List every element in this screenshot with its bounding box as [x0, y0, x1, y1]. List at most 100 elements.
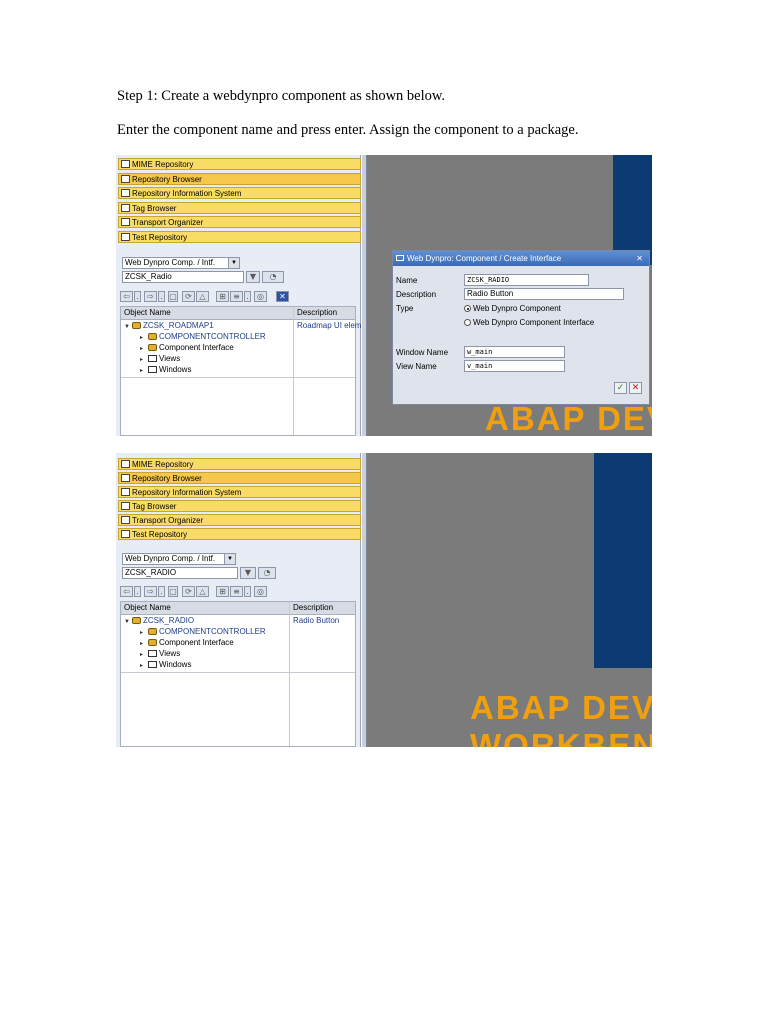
- description-label: Description: [396, 290, 437, 299]
- collapse-icon[interactable]: △: [196, 291, 209, 302]
- column-object-name: Object Name: [124, 603, 171, 612]
- list-icon[interactable]: ≡: [230, 586, 243, 597]
- nav-repository-info-system[interactable]: Repository Information System: [118, 486, 361, 498]
- window-icon: [148, 366, 157, 373]
- nav-transport-organizer[interactable]: Transport Organizer: [118, 514, 361, 526]
- info-system-icon: [121, 488, 130, 496]
- tree-node-component-interface[interactable]: ▸ Component Interface: [140, 638, 234, 649]
- nav-test-repository[interactable]: Test Repository: [118, 231, 361, 243]
- tree-node-windows[interactable]: ▸ Windows: [140, 660, 191, 671]
- expand-down-icon: ▼: [124, 619, 130, 625]
- radio-web-dynpro-component[interactable]: Web Dynpro Component: [464, 304, 561, 314]
- radio-empty-icon: [464, 319, 471, 326]
- nav-repository-browser[interactable]: Repository Browser: [118, 173, 361, 185]
- nav-tag-browser[interactable]: Tag Browser: [118, 500, 361, 512]
- dropdown-button[interactable]: ▼: [240, 567, 256, 579]
- test-icon: [121, 233, 130, 241]
- object-tree-grid: Object Name Description ▼ ZCSK_RADIO Radi…: [120, 601, 356, 747]
- tree-root-row[interactable]: ▼ ZCSK_ROADMAP1: [124, 321, 214, 332]
- confirm-check-button[interactable]: ✓: [614, 382, 627, 394]
- sync-icon[interactable]: ⟳: [182, 291, 195, 302]
- nav-repository-browser[interactable]: Repository Browser: [118, 472, 361, 484]
- expand-right-icon: ▸: [140, 346, 144, 352]
- expand-right-icon: ▸: [140, 368, 144, 374]
- dialog-title-bar: Web Dynpro: Component / Create Interface…: [393, 251, 649, 266]
- object-type-select[interactable]: Web Dynpro Comp. / Intf. ▼: [122, 257, 240, 269]
- chevron-down-icon: ▼: [228, 258, 239, 268]
- window-name-field[interactable]: w_main: [464, 346, 565, 358]
- tree-node-componentcontroller[interactable]: ▸ COMPONENTCONTROLLER: [140, 627, 266, 638]
- controller-icon: [148, 333, 157, 340]
- back-menu-button[interactable]: .: [134, 291, 141, 302]
- back-arrow-icon[interactable]: ⇦: [120, 291, 133, 302]
- sync-icon[interactable]: ⟳: [182, 586, 195, 597]
- controller-icon: [148, 628, 157, 635]
- object-name-input[interactable]: ZCSK_Radio: [122, 271, 244, 283]
- interface-icon: [148, 344, 157, 351]
- tree-node-component-interface[interactable]: ▸ Component Interface: [140, 343, 234, 354]
- expand-down-icon: ▼: [124, 324, 130, 330]
- navy-banner-block: [594, 453, 652, 668]
- name-field[interactable]: ZCSK_RADIO: [464, 274, 589, 286]
- close-icon[interactable]: ✕: [276, 291, 289, 302]
- view-icon: [148, 355, 157, 362]
- tree-node-windows[interactable]: ▸ Windows: [140, 365, 191, 376]
- instruction-text: Enter the component name and press enter…: [117, 122, 579, 138]
- tag-icon: [121, 204, 130, 212]
- abap-banner-text: ABAP DEV: [470, 689, 652, 726]
- view-name-field[interactable]: v_main: [464, 360, 565, 372]
- name-label: Name: [396, 276, 418, 285]
- list-menu-button[interactable]: .: [244, 586, 251, 597]
- display-glasses-button[interactable]: ◔: [262, 271, 284, 283]
- nav-test-repository[interactable]: Test Repository: [118, 528, 361, 540]
- column-description: Description: [293, 603, 334, 612]
- window-icon: [148, 661, 157, 668]
- radio-web-dynpro-component-interface[interactable]: Web Dynpro Component Interface: [464, 318, 594, 328]
- hierarchy-icon: [121, 175, 130, 183]
- close-icon[interactable]: ✕: [636, 251, 643, 266]
- nav-tag-browser[interactable]: Tag Browser: [118, 202, 361, 214]
- step1-text: Step 1: Create a webdynpro component as …: [117, 88, 446, 104]
- tree-icon[interactable]: ⊞: [216, 291, 229, 302]
- grid-header: Object Name Description: [121, 602, 355, 615]
- column-description: Description: [297, 308, 338, 317]
- forward-arrow-icon[interactable]: ⇨: [144, 291, 157, 302]
- forward-arrow-icon[interactable]: ⇨: [144, 586, 157, 597]
- tree-node-componentcontroller[interactable]: ▸ COMPONENTCONTROLLER: [140, 332, 266, 343]
- list-icon[interactable]: ≡: [230, 291, 243, 302]
- description-field[interactable]: Radio Button: [464, 288, 624, 300]
- tree-icon[interactable]: ⊞: [216, 586, 229, 597]
- display-glasses-button[interactable]: ◔: [258, 567, 276, 579]
- expand-right-icon: ▸: [140, 357, 144, 363]
- dropdown-button[interactable]: ▼: [246, 271, 260, 283]
- back-menu-button[interactable]: .: [134, 586, 141, 597]
- expand-right-icon: ▸: [140, 630, 144, 636]
- refresh-icon[interactable]: ◎: [254, 586, 267, 597]
- tree-node-views[interactable]: ▸ Views: [140, 649, 180, 660]
- cancel-x-button[interactable]: ✕: [629, 382, 642, 394]
- nav-repository-info-system[interactable]: Repository Information System: [118, 187, 361, 199]
- nav-transport-organizer[interactable]: Transport Organizer: [118, 216, 361, 228]
- refresh-icon[interactable]: ◎: [254, 291, 267, 302]
- folder-icon[interactable]: ▢: [168, 586, 178, 597]
- object-name-input[interactable]: ZCSK_RADIO: [122, 567, 238, 579]
- chevron-down-icon: ▼: [224, 554, 235, 564]
- tree-node-views[interactable]: ▸ Views: [140, 354, 180, 365]
- workbench-area: ABAP DEV WORKBEN: [367, 453, 652, 747]
- nav-mime-repository[interactable]: MIME Repository: [118, 458, 361, 470]
- object-type-select[interactable]: Web Dynpro Comp. / Intf. ▼: [122, 553, 236, 565]
- expand-right-icon: ▸: [140, 641, 144, 647]
- truck-icon: [121, 516, 130, 524]
- expand-right-icon: ▸: [140, 335, 144, 341]
- tag-icon: [121, 502, 130, 510]
- folder-icon[interactable]: ▢: [168, 291, 178, 302]
- grid-header: Object Name Description: [121, 307, 355, 320]
- forward-menu-button[interactable]: .: [158, 291, 165, 302]
- list-menu-button[interactable]: .: [244, 291, 251, 302]
- back-arrow-icon[interactable]: ⇦: [120, 586, 133, 597]
- nav-mime-repository[interactable]: MIME Repository: [118, 158, 361, 170]
- forward-menu-button[interactable]: .: [158, 586, 165, 597]
- collapse-icon[interactable]: △: [196, 586, 209, 597]
- tree-root-row[interactable]: ▼ ZCSK_RADIO: [124, 616, 194, 627]
- create-component-dialog: Web Dynpro: Component / Create Interface…: [392, 250, 650, 405]
